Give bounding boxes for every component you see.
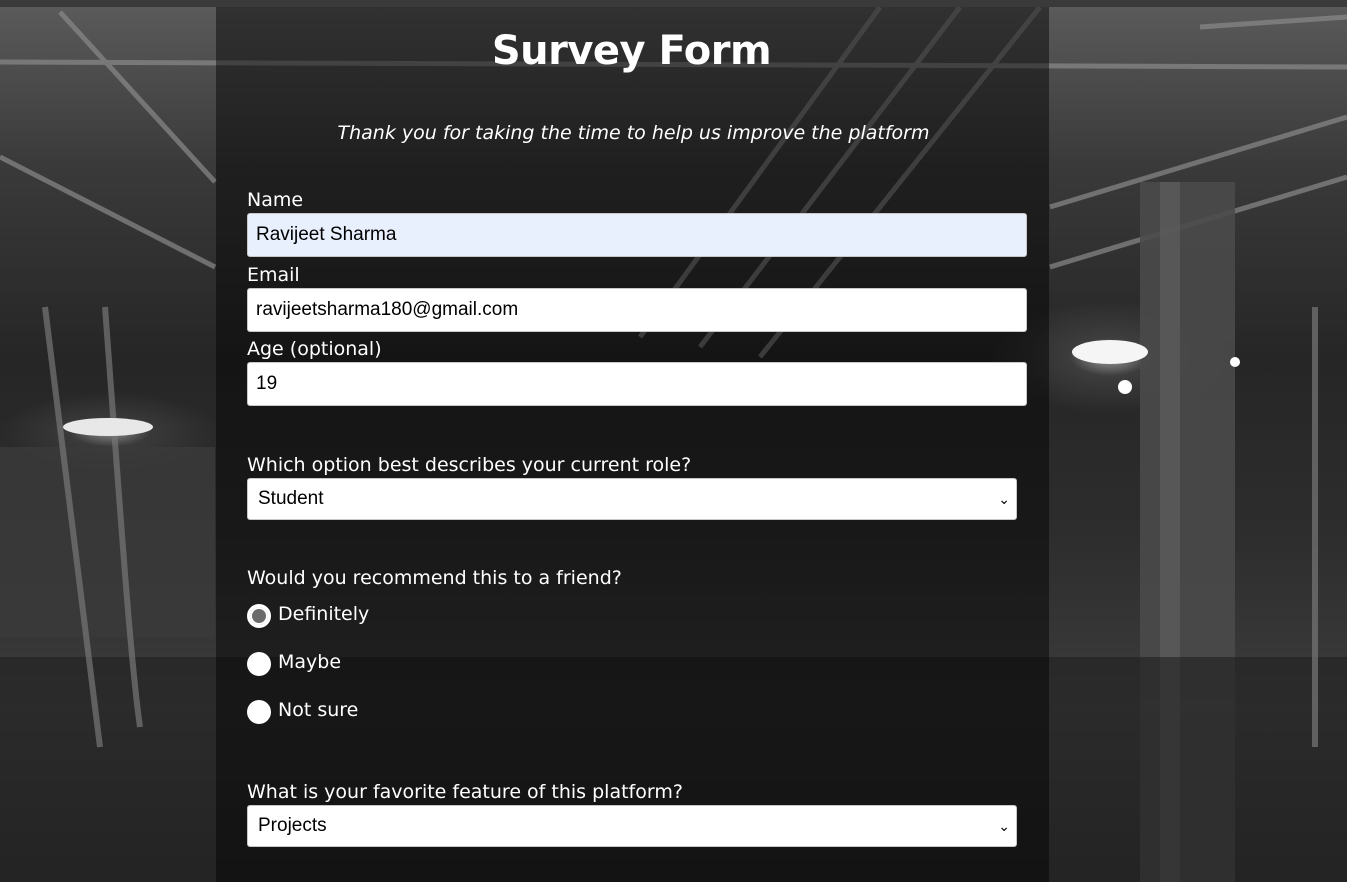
favorite-feature-dropdown[interactable]: Projects ⌄ (247, 805, 1017, 847)
age-input[interactable]: 19 (247, 362, 1027, 406)
role-dropdown[interactable]: Student ⌄ (247, 478, 1017, 520)
email-label: Email (247, 264, 300, 286)
name-label: Name (247, 189, 304, 211)
favorite-feature-label: What is your favorite feature of this pl… (247, 781, 683, 803)
name-input[interactable]: Ravijeet Sharma (247, 213, 1027, 257)
radio-label: Not sure (278, 699, 359, 721)
browser-top-strip (0, 0, 1347, 7)
radio-button[interactable] (247, 700, 271, 724)
radio-button[interactable] (247, 652, 271, 676)
email-input[interactable]: ravijeetsharma180@gmail.com (247, 288, 1027, 332)
chevron-down-icon: ⌄ (998, 818, 1010, 834)
favorite-feature-dropdown-value: Projects (258, 815, 327, 836)
role-dropdown-value: Student (258, 488, 324, 509)
page-description: Thank you for taking the time to help us… (337, 122, 930, 144)
radio-label: Definitely (278, 603, 370, 625)
role-label: Which option best describes your current… (247, 454, 692, 476)
radio-label: Maybe (278, 651, 342, 673)
age-label: Age (optional) (247, 338, 382, 360)
page-title: Survey Form (491, 28, 772, 74)
chevron-down-icon: ⌄ (998, 491, 1010, 507)
radio-button-checked[interactable] (247, 604, 271, 628)
recommend-label: Would you recommend this to a friend? (247, 567, 622, 589)
